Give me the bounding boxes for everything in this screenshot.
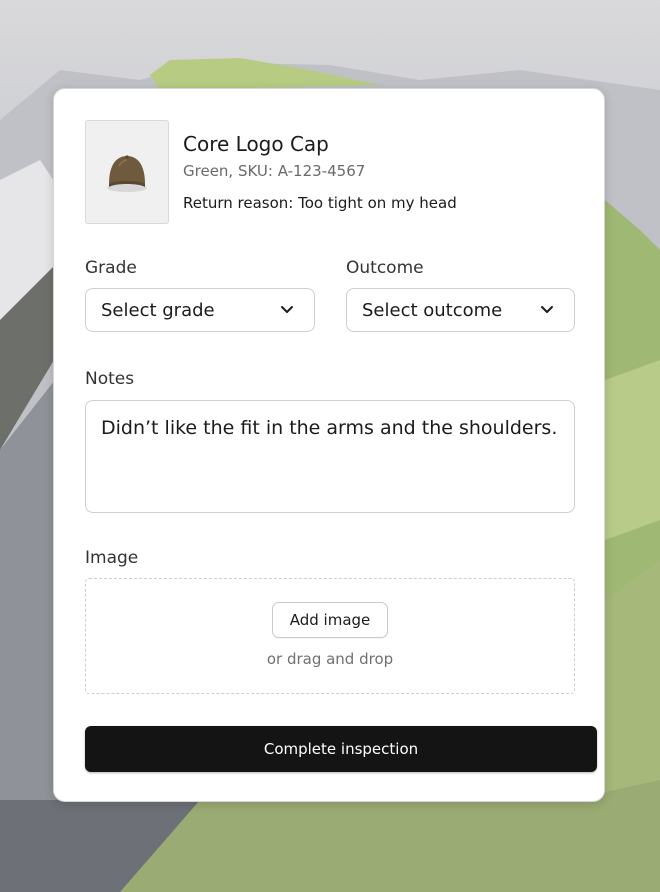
- drag-drop-hint: or drag and drop: [266, 650, 394, 668]
- outcome-select-value: Select outcome: [362, 299, 503, 321]
- grade-select-value: Select grade: [101, 299, 215, 321]
- notes-textarea[interactable]: Didn’t like the fit in the arms and the …: [85, 400, 575, 513]
- complete-inspection-button[interactable]: Complete inspection: [85, 726, 597, 772]
- grade-select[interactable]: Select grade: [85, 288, 315, 332]
- cap-icon: [107, 155, 147, 192]
- notes-label: Notes: [85, 369, 135, 389]
- image-dropzone[interactable]: Add image or drag and drop: [85, 578, 575, 694]
- image-label: Image: [85, 548, 139, 568]
- grade-label: Grade: [85, 258, 137, 278]
- return-reason: Return reason: Too tight on my head: [183, 194, 457, 212]
- outcome-label: Outcome: [346, 258, 424, 278]
- product-sku: Green, SKU: A-123-4567: [183, 162, 366, 180]
- inspection-card: Core Logo Cap Green, SKU: A-123-4567 Ret…: [53, 88, 605, 802]
- product-title: Core Logo Cap: [183, 132, 329, 156]
- add-image-button[interactable]: Add image: [272, 602, 388, 638]
- outcome-select[interactable]: Select outcome: [346, 288, 575, 332]
- product-thumbnail: [85, 120, 169, 224]
- chevron-down-icon: [541, 306, 553, 313]
- chevron-down-icon: [281, 306, 293, 313]
